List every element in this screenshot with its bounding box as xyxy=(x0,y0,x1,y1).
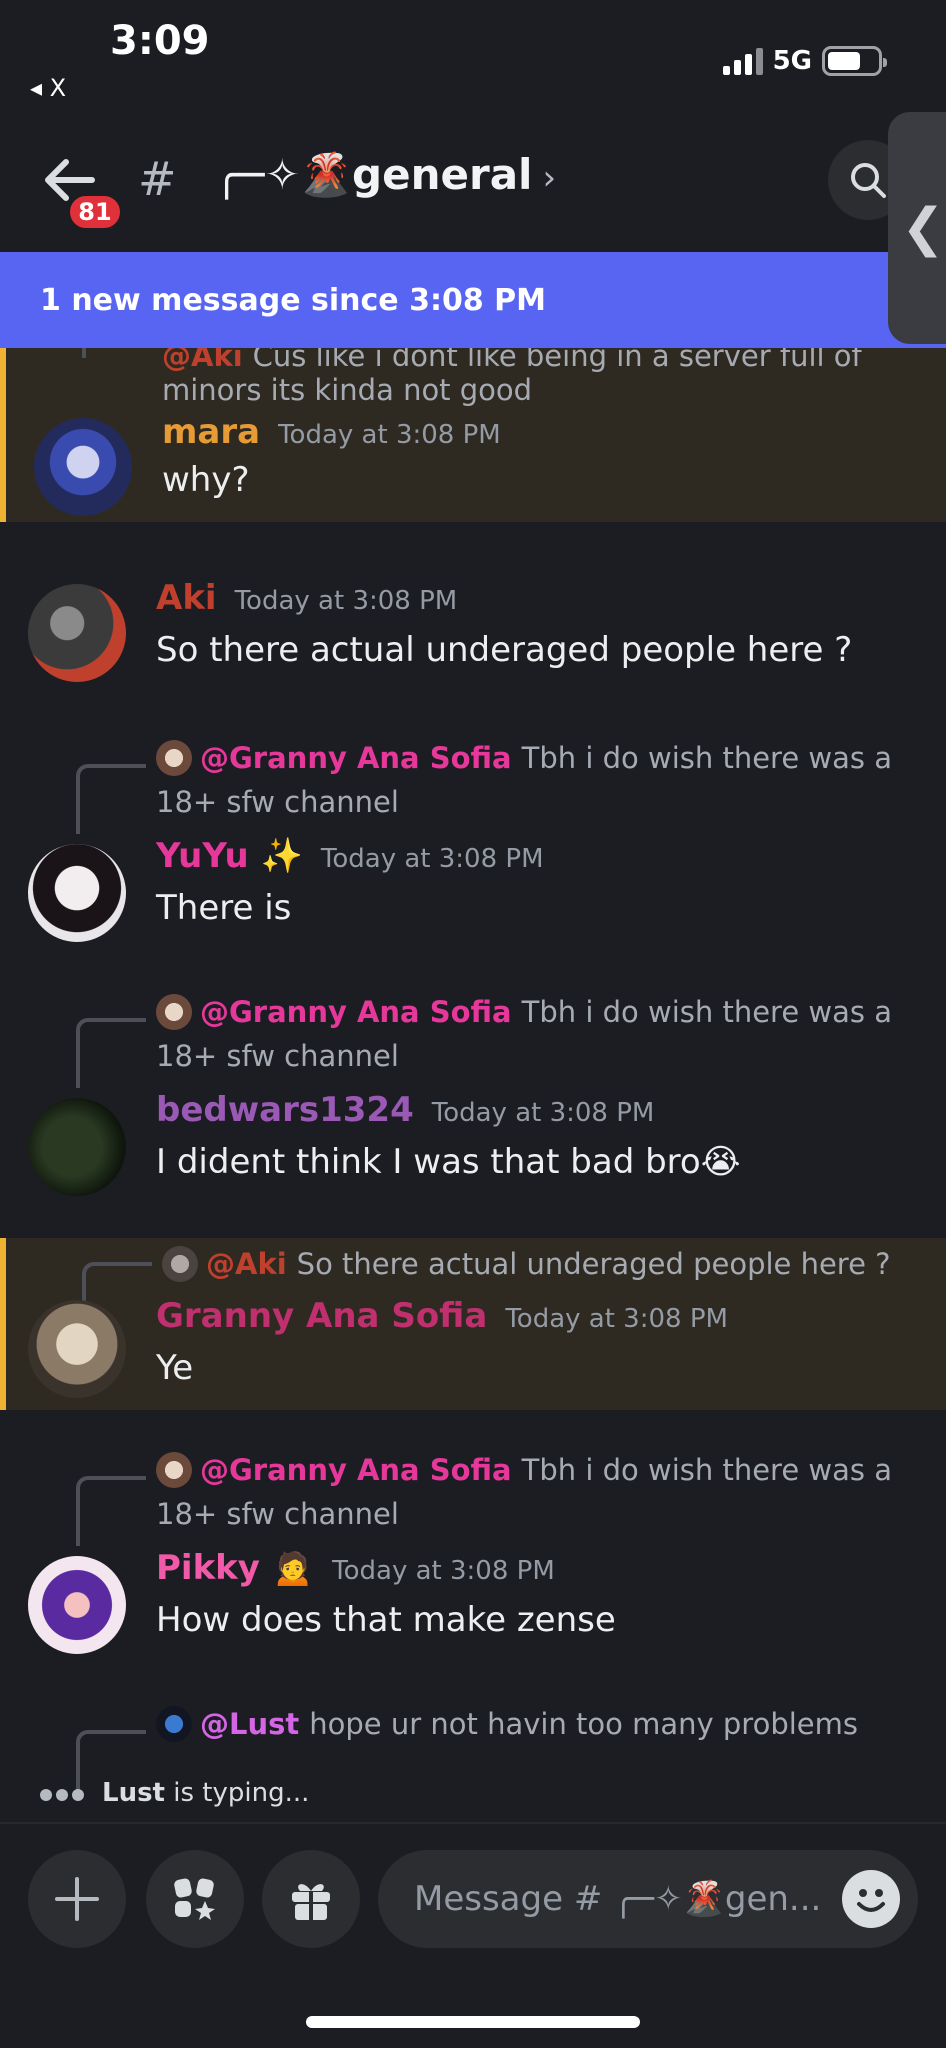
channel-title[interactable]: ╭─✧🌋general › xyxy=(214,150,556,200)
reply-text-line2: 18+ sfw channel xyxy=(156,1039,399,1073)
reply-preview[interactable]: @Granny Ana Sofia Tbh i do wish there was… xyxy=(156,736,896,780)
reply-mention: @Granny Ana Sofia xyxy=(200,995,512,1029)
status-indicators: 5G xyxy=(722,46,887,76)
author-name[interactable]: Granny Ana Sofia Today at 3:08 PM xyxy=(156,1296,728,1336)
search-icon xyxy=(851,163,886,198)
member-list-toggle[interactable]: ❮ xyxy=(888,112,946,344)
message-text: Ye xyxy=(156,1348,194,1388)
avatar[interactable] xyxy=(28,844,126,942)
avatar[interactable] xyxy=(28,1098,126,1196)
reply-avatar xyxy=(162,1246,198,1282)
message-item[interactable]: @Aki Cus like i dont like being in a serv… xyxy=(0,348,946,522)
reply-preview[interactable]: @Granny Ana Sofia Tbh i do wish there was… xyxy=(156,990,896,1034)
reply-mention: @Lust xyxy=(200,1707,300,1741)
apps-icon xyxy=(174,1878,215,1920)
reply-text: Tbh i do wish there was a xyxy=(521,995,892,1029)
message-text: I dident think I was that bad bro😭 xyxy=(156,1142,741,1182)
reply-text-line2: 18+ sfw channel xyxy=(156,785,399,819)
message-text: There is xyxy=(156,888,292,928)
message-input-placeholder: Message # ╭─✧🌋gen... xyxy=(414,1879,822,1919)
author-name[interactable]: YuYu ✨ Today at 3:08 PM xyxy=(156,836,544,876)
reply-mention: @Granny Ana Sofia xyxy=(200,741,512,775)
avatar-emoji-icon: 🙍 xyxy=(271,1548,315,1588)
reply-avatar xyxy=(156,1452,192,1488)
reply-mention: @Aki xyxy=(206,1247,287,1281)
new-messages-banner[interactable]: 1 new message since 3:08 PM xyxy=(0,252,946,348)
timestamp: Today at 3:08 PM xyxy=(332,1556,555,1586)
timestamp: Today at 3:08 PM xyxy=(278,420,501,450)
message-item[interactable]: @Aki So there actual underaged people her… xyxy=(0,1238,946,1410)
avatar[interactable] xyxy=(28,584,126,682)
author-name[interactable]: bedwars1324 Today at 3:08 PM xyxy=(156,1090,654,1130)
smiley-icon xyxy=(857,1889,885,1912)
unread-badge: 81 xyxy=(66,192,124,232)
home-indicator[interactable] xyxy=(306,2016,640,2028)
message-item[interactable]: @Granny Ana Sofia Tbh i do wish there was… xyxy=(0,736,946,946)
reply-avatar xyxy=(156,1706,192,1742)
timestamp: Today at 3:08 PM xyxy=(431,1098,655,1128)
avatar[interactable] xyxy=(28,1300,126,1398)
reply-spine xyxy=(76,1018,146,1088)
reply-text: Tbh i do wish there was a xyxy=(521,1453,892,1487)
reply-spine xyxy=(82,348,152,358)
message-item[interactable]: @Granny Ana Sofia Tbh i do wish there was… xyxy=(0,990,946,1200)
plus-icon xyxy=(55,1877,99,1921)
apps-button[interactable] xyxy=(146,1850,244,1948)
hash-icon: # xyxy=(138,152,177,206)
sparkle-icon: ✨ xyxy=(260,836,303,876)
add-attachment-button[interactable] xyxy=(28,1850,126,1948)
typing-user: Lust xyxy=(102,1778,165,1808)
reply-avatar xyxy=(156,740,192,776)
reply-preview[interactable]: @Granny Ana Sofia Tbh i do wish there was… xyxy=(156,1448,896,1492)
reply-text: Tbh i do wish there was a xyxy=(521,741,892,775)
battery-icon xyxy=(822,46,887,76)
reply-spine xyxy=(76,764,146,834)
message-input[interactable]: Message # ╭─✧🌋gen... xyxy=(378,1850,918,1948)
timestamp: Today at 3:08 PM xyxy=(234,586,458,616)
author-name[interactable]: Aki Today at 3:08 PM xyxy=(156,578,457,618)
reply-text-line2: minors its kinda not good xyxy=(162,373,533,407)
author-name[interactable]: mara Today at 3:08 PM xyxy=(162,412,501,452)
reply-text: So there actual underaged people here ? xyxy=(296,1247,891,1281)
reply-preview[interactable]: @Lust hope ur not havin too many problems xyxy=(156,1702,896,1746)
reply-avatar xyxy=(156,994,192,1030)
gift-icon xyxy=(292,1884,330,1922)
reply-text-line2: 18+ sfw channel xyxy=(156,1497,399,1531)
emoji-button[interactable] xyxy=(842,1870,900,1928)
message-item[interactable]: @Lust hope ur not havin too many problems xyxy=(0,1702,946,1790)
discord-channel-screen: 3:09 ◂ X 5G 81 # ╭─✧🌋general › ❮ 1 new me… xyxy=(0,0,946,2048)
reply-mention: @Granny Ana Sofia xyxy=(200,1453,512,1487)
status-time: 3:09 xyxy=(110,18,210,64)
message-text: why? xyxy=(162,460,250,500)
reply-preview[interactable]: @Aki So there actual underaged people her… xyxy=(162,1242,902,1286)
chevron-left-icon: ❮ xyxy=(901,198,945,258)
avatar[interactable] xyxy=(34,418,132,516)
network-label: 5G xyxy=(772,46,812,76)
reply-text: hope ur not havin too many problems xyxy=(309,1707,858,1741)
avatar[interactable] xyxy=(28,1556,126,1654)
chevron-right-icon: › xyxy=(542,158,557,198)
channel-name: ╭─✧🌋general xyxy=(214,150,533,199)
channel-header: 81 # ╭─✧🌋general › xyxy=(0,130,946,232)
author-name[interactable]: Pikky 🙍 Today at 3:08 PM xyxy=(156,1548,555,1588)
message-text: So there actual underaged people here ? xyxy=(156,630,853,670)
timestamp: Today at 3:08 PM xyxy=(320,844,544,874)
reply-spine xyxy=(76,1476,146,1546)
signal-icon xyxy=(722,47,763,75)
message-item[interactable]: Aki Today at 3:08 PM So there actual unde… xyxy=(0,574,946,704)
message-item[interactable]: @Granny Ana Sofia Tbh i do wish there was… xyxy=(0,1448,946,1658)
gift-button[interactable] xyxy=(262,1850,360,1948)
status-bar: 3:09 ◂ X 5G xyxy=(0,0,946,110)
typing-indicator: Lust is typing... xyxy=(40,1778,309,1808)
timestamp: Today at 3:08 PM xyxy=(505,1304,728,1334)
message-composer: Message # ╭─✧🌋gen... xyxy=(0,1822,946,2048)
typing-dots-icon xyxy=(40,1778,88,1808)
typing-suffix: is typing... xyxy=(173,1778,310,1808)
back-to-app-link[interactable]: ◂ X xyxy=(30,74,66,102)
message-list[interactable]: @Aki Cus like i dont like being in a serv… xyxy=(0,348,946,1798)
message-text: How does that make zense xyxy=(156,1600,616,1640)
